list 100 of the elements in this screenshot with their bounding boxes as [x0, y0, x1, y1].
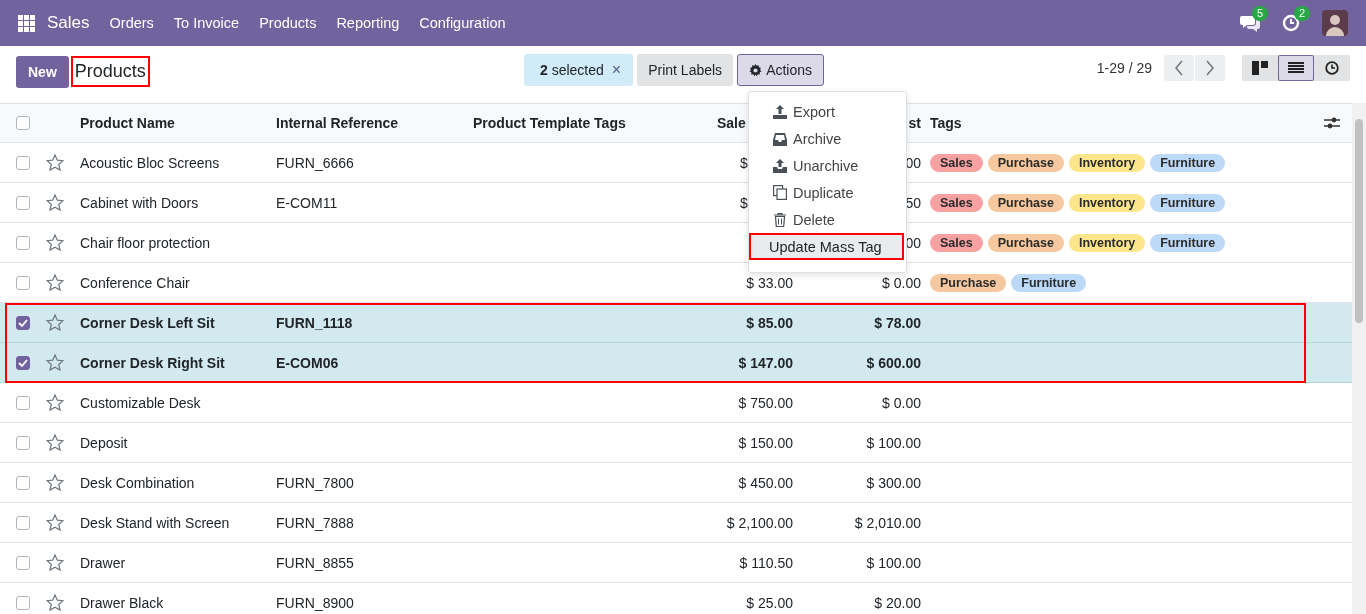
product-name-cell-text: Corner Desk Left Sit	[80, 314, 216, 331]
previous-button[interactable]	[1164, 54, 1194, 81]
menu-item[interactable]: Delete	[749, 206, 906, 233]
nav-menu-item[interactable]: Products	[259, 15, 317, 31]
star-icon[interactable]	[46, 434, 64, 451]
clock-icon	[1325, 60, 1339, 75]
product-name-cell-text: Deposit	[80, 434, 129, 451]
cost-cell: $ 100.00	[866, 434, 921, 451]
menu-item[interactable]: Archive	[749, 125, 906, 152]
print-labels-button[interactable]: Print Labels	[637, 54, 734, 86]
tag-badge: Purchase	[987, 193, 1064, 212]
new-button[interactable]: New	[16, 55, 69, 88]
tag-badge: Inventory	[1068, 233, 1146, 252]
cost-cell: $ 20.00	[874, 594, 921, 611]
menu-item[interactable]: Update Mass Tag	[749, 233, 904, 260]
row-checkbox[interactable]	[16, 475, 30, 490]
row-checkbox[interactable]	[16, 555, 30, 570]
row-checkbox[interactable]	[16, 235, 30, 250]
product-name-cell-text: Conference Chair	[80, 274, 191, 291]
star-icon[interactable]	[46, 194, 64, 211]
sale-price-cell: $ 25.00	[746, 594, 793, 611]
nav-menu-item[interactable]: Configuration	[419, 15, 506, 31]
menu-item[interactable]: Unarchive	[749, 152, 906, 179]
row-checkbox[interactable]	[16, 595, 30, 610]
sale-price-cell: $ 110.50	[739, 554, 793, 571]
tag-badge: Furniture	[1011, 273, 1087, 292]
inbox-icon	[773, 131, 787, 146]
tag-badge: Furniture	[1150, 193, 1226, 212]
tag-badge: Purchase	[930, 273, 1007, 292]
star-icon[interactable]	[46, 514, 64, 531]
next-button[interactable]	[1195, 54, 1225, 81]
clear-selection-button[interactable]: ×	[609, 61, 624, 79]
nav-menu-item[interactable]: Reporting	[336, 15, 400, 31]
reference-cell: FURN_1118	[276, 314, 353, 331]
star-icon[interactable]	[46, 474, 64, 491]
copy-icon	[773, 185, 787, 200]
row-checkbox[interactable]	[16, 435, 30, 450]
row-checkbox[interactable]	[16, 155, 30, 170]
star-icon[interactable]	[46, 394, 64, 411]
app-name[interactable]: Sales	[47, 13, 90, 33]
column-header[interactable]: Tags	[921, 115, 1312, 131]
cost-cell: $ 0.00	[882, 394, 921, 411]
chevron-right-icon	[1205, 59, 1215, 76]
product-name-cell-text: Cabinet with Doors	[80, 194, 200, 211]
row-checkbox[interactable]	[16, 395, 30, 410]
star-icon[interactable]	[46, 274, 64, 291]
count-badge: 2	[1294, 6, 1311, 21]
row-checkbox[interactable]	[16, 355, 30, 370]
menu-item[interactable]: Duplicate	[749, 179, 906, 206]
gear-icon	[749, 63, 763, 77]
tag-badge: Sales	[930, 153, 983, 172]
scrollbar-thumb[interactable]	[1355, 119, 1363, 323]
reference-cell: E-COM11	[276, 194, 338, 211]
select-all-checkbox[interactable]	[16, 116, 30, 130]
user-avatar[interactable]	[1322, 10, 1348, 36]
product-name-cell-text: Drawer	[80, 554, 127, 571]
selection-count: 2 selected	[540, 62, 604, 78]
sale-price-cell: $ 2,100.00	[726, 514, 793, 531]
star-icon[interactable]	[46, 594, 64, 611]
actions-button[interactable]: Actions	[737, 54, 825, 86]
sale-price-cell: $	[740, 194, 748, 211]
star-icon[interactable]	[46, 314, 64, 331]
row-checkbox[interactable]	[16, 315, 30, 330]
tag-badge: Sales	[930, 233, 983, 252]
star-icon[interactable]	[46, 154, 64, 171]
clock-icon[interactable]	[1282, 14, 1300, 32]
product-name-cell-text: Corner Desk Right Sit	[80, 354, 226, 371]
star-icon[interactable]	[46, 554, 64, 571]
row-checkbox[interactable]	[16, 275, 30, 290]
sale-price-cell: $ 33.00	[746, 274, 793, 291]
cost-cell: $ 78.00	[874, 314, 921, 331]
nav-menu-item[interactable]: Orders	[109, 15, 154, 31]
view-switch-button[interactable]	[1278, 54, 1314, 81]
scrollbar[interactable]	[1352, 103, 1366, 614]
count-badge: 5	[1252, 6, 1269, 21]
row-checkbox[interactable]	[16, 195, 30, 210]
upload-tray-icon	[773, 158, 787, 173]
product-name-cell-text: Customizable Desk	[80, 394, 202, 411]
list-icon	[1288, 61, 1304, 74]
tag-badge: Purchase	[987, 233, 1064, 252]
star-icon[interactable]	[46, 354, 64, 371]
page-title: Products	[70, 56, 150, 87]
cost-cell: $ 300.00	[866, 474, 921, 491]
column-header[interactable]: Internal Reference	[276, 115, 473, 131]
column-header[interactable]: Product Template Tags	[473, 115, 703, 131]
star-icon[interactable]	[46, 234, 64, 251]
column-settings-icon[interactable]	[1324, 116, 1340, 130]
product-name-cell-text: Desk Combination	[80, 474, 196, 491]
column-header[interactable]: Product Name	[80, 115, 276, 131]
menu-item[interactable]: Export	[749, 98, 906, 125]
product-name-cell-text: Chair floor protection	[80, 234, 211, 251]
product-name-cell-text: Drawer Black	[80, 594, 165, 611]
nav-menu-item[interactable]: To Invoice	[173, 15, 240, 31]
apps-menu-icon[interactable]	[18, 14, 35, 32]
reference-cell: FURN_8900	[276, 594, 354, 611]
tag-badge: Purchase	[987, 153, 1064, 172]
cost-cell: $ 0.00	[882, 274, 921, 291]
cost-cell: $ 100.00	[866, 554, 921, 571]
row-checkbox[interactable]	[16, 515, 30, 530]
pager-text: 1-29 / 29	[1096, 59, 1152, 76]
